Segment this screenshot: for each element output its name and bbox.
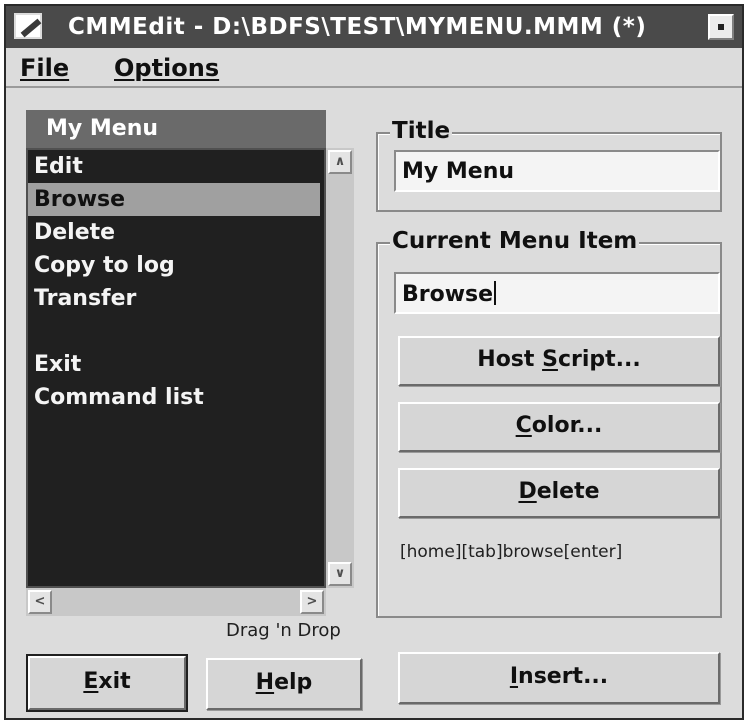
current-item-group-label: Current Menu Item [390,228,640,254]
app-window: CMMEdit - D:\BDFS\TEST\MYMENU.MMM (*) Fi… [4,4,744,720]
list-item[interactable]: Edit [28,150,324,183]
arrow-up-icon[interactable]: ∧ [328,150,352,174]
list-item[interactable]: Delete [28,216,324,249]
arrow-down-icon[interactable]: ∨ [328,562,352,586]
minimize-icon[interactable] [708,14,734,40]
menu-options[interactable]: Options [114,54,219,82]
list-item[interactable]: Exit [28,348,324,381]
current-item-input[interactable]: Browse [394,272,720,314]
host-script-label-pre: Host [477,347,543,372]
help-label-post: elp [274,670,313,695]
menu-list-header: My Menu [26,110,326,148]
title-group: Title My Menu [376,118,722,212]
title-input[interactable]: My Menu [394,150,720,192]
exit-button[interactable]: Exit [26,654,188,712]
list-item[interactable]: Copy to log [28,249,324,282]
color-label-post: olor... [531,413,603,438]
scrollbar-corner [326,588,354,616]
list-item-selected[interactable]: Browse [28,183,320,216]
title-group-label: Title [390,118,453,144]
help-label-key: H [255,670,275,695]
delete-label-post: elete [536,479,600,504]
menu-bar: File Options [6,48,742,88]
exit-label-key: E [83,669,99,694]
insert-label-key: I [509,664,519,689]
list-item[interactable]: Transfer [28,282,324,315]
menu-items-list[interactable]: Edit Browse Delete Copy to log Transfer … [26,148,326,588]
text-caret [494,281,497,305]
horizontal-scrollbar[interactable]: < > [26,588,326,616]
delete-label-key: D [518,479,537,504]
host-script-label-post: cript... [557,347,641,372]
drag-drop-hint: Drag 'n Drop [226,620,341,641]
list-item-blank[interactable] [28,315,324,348]
insert-label-post: nsert... [518,664,609,689]
command-script-text: [home][tab]browse[enter] [400,542,623,562]
window-title: CMMEdit - D:\BDFS\TEST\MYMENU.MMM (*) [68,14,647,40]
list-item[interactable]: Command list [28,381,324,414]
pen-app-icon[interactable] [14,13,42,39]
vertical-scrollbar[interactable]: ∧ ∨ [326,148,354,588]
host-script-label-key: S [542,347,558,372]
color-label-key: C [515,413,532,438]
menu-file[interactable]: File [20,54,69,82]
host-script-button[interactable]: Host Script... [398,336,720,386]
title-bar[interactable]: CMMEdit - D:\BDFS\TEST\MYMENU.MMM (*) [6,6,742,48]
arrow-left-icon[interactable]: < [28,590,52,614]
exit-label-post: xit [98,669,131,694]
help-button[interactable]: Help [206,658,362,710]
insert-button[interactable]: Insert... [398,652,720,704]
arrow-right-icon[interactable]: > [300,590,324,614]
color-button[interactable]: Color... [398,402,720,452]
delete-button[interactable]: Delete [398,468,720,518]
current-item-value: Browse [402,282,494,307]
